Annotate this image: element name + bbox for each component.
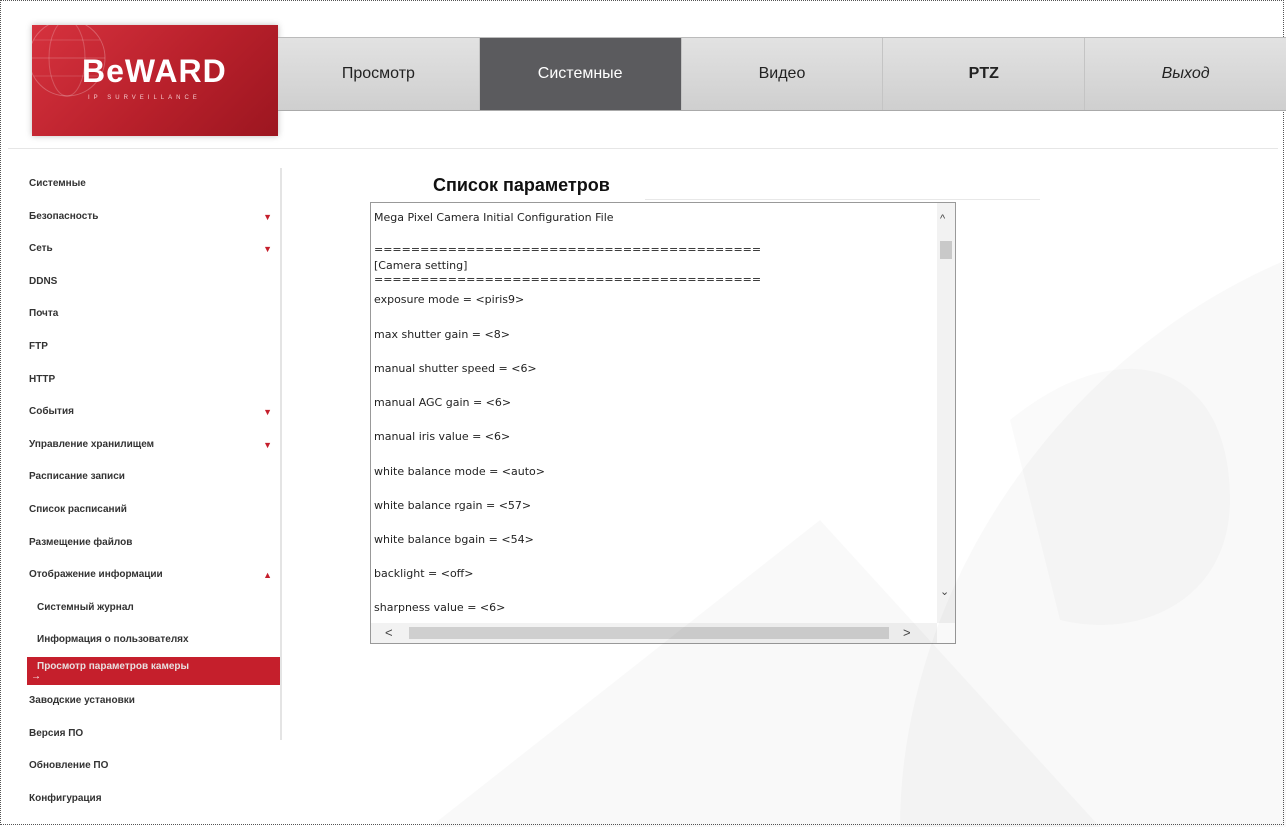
nav-logout[interactable]: Выход xyxy=(1085,38,1286,110)
sidebar-item-http[interactable]: HTTP xyxy=(25,364,280,397)
sidebar-item-schedule-list[interactable]: Список расписаний xyxy=(25,494,280,527)
sidebar-item-firmware-version[interactable]: Версия ПО xyxy=(25,718,280,751)
sidebar-item-network[interactable]: Сеть ▼ xyxy=(25,233,280,266)
sidebar-item-ftp[interactable]: FTP xyxy=(25,331,280,364)
sidebar-item-label: Версия ПО xyxy=(29,727,84,739)
param-line: ========================================… xyxy=(374,273,762,286)
param-line: manual shutter speed = <6> xyxy=(374,362,537,375)
sidebar-item-label: Безопасность xyxy=(29,210,99,222)
param-line: max shutter gain = <8> xyxy=(374,328,510,341)
nav-ptz[interactable]: PTZ xyxy=(883,38,1086,110)
sidebar-item-label: Конфигурация xyxy=(29,792,102,804)
sidebar-item-label: Расписание записи xyxy=(29,471,125,483)
scroll-right-icon[interactable]: > xyxy=(903,625,911,640)
sidebar-item-info-display[interactable]: Отображение информации ▲ xyxy=(25,559,280,592)
param-line: manual iris value = <6> xyxy=(374,430,511,443)
vertical-scroll-thumb[interactable] xyxy=(940,241,952,259)
param-line: exposure mode = <piris9> xyxy=(374,293,525,306)
brand-logo[interactable]: BeWARD IP SURVEILLANCE xyxy=(32,25,278,136)
page-title: Список параметров xyxy=(433,175,610,195)
param-line: white balance rgain = <57> xyxy=(374,499,532,512)
param-line: manual AGC gain = <6> xyxy=(374,396,512,409)
logo-subtitle: IP SURVEILLANCE xyxy=(88,95,201,101)
sidebar-item-user-info[interactable]: Информация о пользователях xyxy=(25,624,280,657)
sidebar-item-label: Системные xyxy=(29,178,86,189)
scroll-left-icon[interactable]: < xyxy=(385,625,393,640)
param-line: sharpness value = <6> xyxy=(374,601,506,614)
sidebar-item-label: Обновление ПО xyxy=(29,760,109,772)
sidebar-item-label: Отображение информации xyxy=(29,569,163,581)
sidebar-item-file-location[interactable]: Размещение файлов xyxy=(25,527,280,560)
nav-system[interactable]: Системные xyxy=(479,38,682,110)
sidebar: Системные Безопасность ▼ Сеть ▼ DDNS Почта… xyxy=(25,168,282,804)
sidebar-item-label: DDNS xyxy=(29,275,58,287)
param-line: [Camera setting] xyxy=(374,259,468,272)
sidebar-item-label: События xyxy=(29,406,74,418)
expand-arrow-icon[interactable]: ▼ xyxy=(263,429,272,462)
horizontal-scroll-thumb[interactable] xyxy=(409,627,889,639)
sidebar-item-label: Информация о пользователях xyxy=(37,634,189,646)
param-line: white balance mode = <auto> xyxy=(374,465,545,478)
horizontal-scrollbar[interactable]: < > xyxy=(371,623,937,643)
param-line: white balance bgain = <54> xyxy=(374,533,534,546)
sidebar-item-camera-params[interactable]: Просмотр параметров камеры → xyxy=(27,656,280,685)
sidebar-item-label: Сеть xyxy=(29,243,53,255)
sidebar-item-security[interactable]: Безопасность ▼ xyxy=(25,201,280,234)
param-line: ========================================… xyxy=(374,243,762,256)
sidebar-item-label: HTTP xyxy=(29,373,56,385)
sidebar-item-label: Размещение файлов xyxy=(29,536,133,548)
expand-arrow-icon[interactable]: ▼ xyxy=(263,233,272,266)
collapse-arrow-icon[interactable]: ▲ xyxy=(263,559,272,592)
scroll-up-icon[interactable]: ^ xyxy=(940,213,945,225)
sidebar-item-storage[interactable]: Управление хранилищем ▼ xyxy=(25,429,280,462)
logo-text: BeWARD xyxy=(82,53,227,89)
sidebar-item-mail[interactable]: Почта xyxy=(25,298,280,331)
scroll-down-icon[interactable]: ⌄ xyxy=(940,585,949,598)
sidebar-item-factory-defaults[interactable]: Заводские установки xyxy=(25,685,280,718)
sidebar-item-label: Просмотр параметров камеры xyxy=(37,660,190,672)
camera-params-textarea[interactable]: Mega Pixel Camera Initial Configuration … xyxy=(370,202,956,644)
sidebar-item-firmware-update[interactable]: Обновление ПО xyxy=(25,750,280,783)
sidebar-item-label: Управление хранилищем xyxy=(29,438,155,450)
arrow-right-icon: → xyxy=(31,670,41,682)
title-divider xyxy=(645,199,1040,200)
sidebar-item-configuration[interactable]: Конфигурация xyxy=(25,783,280,816)
sidebar-item-events[interactable]: События ▼ xyxy=(25,396,280,429)
sidebar-item-label: Список расписаний xyxy=(29,503,127,515)
sidebar-item-ddns[interactable]: DDNS xyxy=(25,266,280,299)
sidebar-item-system-log[interactable]: Системный журнал xyxy=(25,592,280,625)
sidebar-item-system[interactable]: Системные xyxy=(25,168,280,201)
sidebar-item-label: Почта xyxy=(29,308,59,320)
header: BeWARD IP SURVEILLANCE Просмотр Системны… xyxy=(8,8,1286,149)
nav-video[interactable]: Видео xyxy=(682,38,884,110)
vertical-scrollbar[interactable]: ^ ⌄ xyxy=(937,203,955,623)
sidebar-item-record-schedule[interactable]: Расписание записи xyxy=(25,461,280,494)
sidebar-item-label: Системный журнал xyxy=(37,601,134,613)
expand-arrow-icon[interactable]: ▼ xyxy=(263,396,272,429)
param-line: backlight = <off> xyxy=(374,567,474,580)
sidebar-item-label: Заводские установки xyxy=(29,694,135,706)
sidebar-item-label: FTP xyxy=(29,340,48,352)
expand-arrow-icon[interactable]: ▼ xyxy=(263,201,272,234)
nav-view[interactable]: Просмотр xyxy=(278,38,480,110)
top-nav: Просмотр Системные Видео PTZ Выход xyxy=(278,37,1286,111)
param-line: Mega Pixel Camera Initial Configuration … xyxy=(374,211,614,224)
